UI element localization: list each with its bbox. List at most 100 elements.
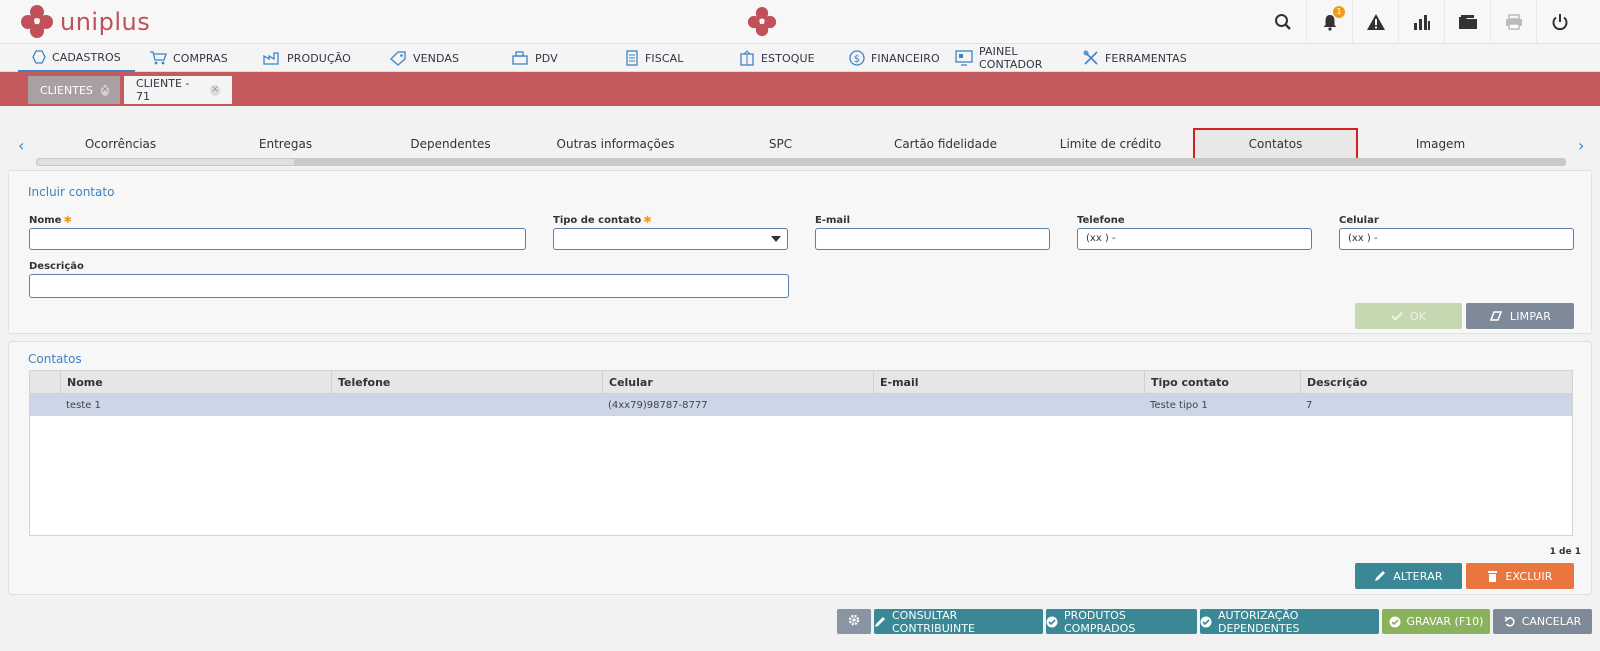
window-tab-label: CLIENTE - 71 [136, 77, 190, 103]
nav-producao[interactable]: PRODUÇÃO [249, 44, 375, 72]
close-icon[interactable]: × [209, 84, 220, 96]
nav-ferramentas[interactable]: FERRAMENTAS [1069, 44, 1187, 72]
celular-field[interactable]: (xx ) - [1339, 228, 1574, 250]
bell-icon[interactable]: 1 [1306, 0, 1352, 44]
column-header[interactable]: Nome [60, 371, 331, 393]
row-selector[interactable] [30, 394, 60, 416]
tab-limite-de-credito[interactable]: Limite de crédito [1028, 128, 1193, 160]
tab-entregas[interactable]: Entregas [203, 128, 368, 160]
panel-icon [955, 50, 973, 66]
tab-contatos[interactable]: Contatos [1193, 128, 1358, 160]
dollar-icon: $ [849, 50, 865, 66]
autorizacao-dependentes-button[interactable]: AUTORIZAÇÃO DEPENDENTES [1200, 608, 1379, 635]
alterar-button[interactable]: ALTERAR [1355, 563, 1462, 589]
notification-badge: 1 [1333, 6, 1345, 18]
cancelar-button[interactable]: CANCELAR [1493, 609, 1592, 634]
alert-icon[interactable] [1352, 0, 1398, 44]
check-icon [1391, 311, 1403, 321]
caret-down-icon [771, 236, 781, 242]
window-tab-label: CLIENTES [40, 83, 93, 97]
nav-label: FERRAMENTAS [1105, 51, 1187, 65]
close-icon[interactable]: × [100, 84, 110, 96]
gear-icon [847, 613, 861, 630]
power-icon[interactable] [1536, 0, 1582, 44]
excluir-button[interactable]: EXCLUIR [1466, 563, 1574, 589]
nav-pdv[interactable]: PDV [497, 44, 611, 72]
ok-button[interactable]: OK [1355, 303, 1462, 329]
top-bar: uniplus 1 [0, 0, 1600, 44]
contacts-panel: Contatos Nome Telefone Celular E-mail Ti… [8, 341, 1592, 595]
limpar-button[interactable]: LIMPAR [1466, 303, 1574, 329]
table-row[interactable]: teste 1 (4xx79)98787-8777 Teste tipo 1 7 [30, 394, 1572, 416]
app-name: uniplus [60, 8, 151, 36]
column-header[interactable]: Tipo contato [1144, 371, 1300, 393]
nav-fiscal[interactable]: FISCAL [611, 44, 725, 72]
table-cell [331, 394, 602, 416]
descricao-textarea[interactable] [29, 274, 789, 298]
column-header[interactable]: Celular [602, 371, 873, 393]
button-label: OK [1409, 309, 1427, 323]
nav-painel-contador[interactable]: PAINEL CONTADOR [941, 44, 1069, 72]
nav-cadastros[interactable]: CADASTROS [18, 44, 135, 72]
nome-field[interactable] [29, 228, 526, 250]
button-label: GRAVAR (F10) [1406, 615, 1484, 628]
box-icon [739, 50, 755, 66]
pencil-icon [1374, 570, 1386, 582]
column-header[interactable]: E-mail [873, 371, 1144, 393]
label-text: Nome [29, 215, 62, 226]
button-label: AUTORIZAÇÃO DEPENDENTES [1218, 608, 1300, 635]
window-tab-bar: CLIENTES × CLIENTE - 71 × [0, 72, 1600, 106]
scrollbar-thumb[interactable] [294, 159, 1565, 165]
panel-title: Contatos [28, 352, 82, 366]
window-tab-clientes[interactable]: CLIENTES × [28, 76, 120, 104]
tab-spc[interactable]: SPC [698, 128, 863, 160]
check-circle-icon [1389, 616, 1401, 628]
nav-label: PDV [535, 51, 558, 65]
search-icon[interactable] [1260, 0, 1306, 44]
email-field[interactable] [815, 228, 1050, 250]
printer-icon[interactable] [1490, 0, 1536, 44]
chevron-left-icon[interactable]: ‹ [18, 136, 24, 155]
nav-financeiro[interactable]: $ FINANCEIRO [835, 44, 941, 72]
tab-ocorrencias[interactable]: Ocorrências [38, 128, 203, 160]
celular-label: Celular [1339, 215, 1379, 226]
pencil-icon [874, 616, 886, 628]
folder-icon[interactable] [1444, 0, 1490, 44]
gravar-button[interactable]: GRAVAR (F10) [1382, 609, 1490, 634]
svg-text:$: $ [854, 54, 860, 65]
nav-label: FISCAL [645, 51, 684, 65]
pagination-label: 1 de 1 [1549, 547, 1581, 557]
nav-estoque[interactable]: ESTOQUE [725, 44, 835, 72]
window-tab-cliente-71[interactable]: CLIENTE - 71 × [124, 76, 232, 104]
required-mark: ✱ [643, 215, 652, 226]
sub-tab-scrollbar[interactable] [36, 158, 1566, 166]
column-header[interactable]: Telefone [331, 371, 602, 393]
tab-cartao-fidelidade[interactable]: Cartão fidelidade [863, 128, 1028, 160]
button-label: CANCELAR [1521, 615, 1582, 628]
chevron-right-icon[interactable]: › [1578, 136, 1584, 155]
tab-outras-informacoes[interactable]: Outras informações [533, 128, 698, 160]
settings-button[interactable] [837, 609, 871, 634]
button-label: EXCLUIR [1505, 569, 1553, 583]
nav-label: COMPRAS [173, 51, 228, 65]
sub-tab-bar: ‹ Ocorrências Entregas Dependentes Outra… [10, 128, 1592, 168]
tab-dependentes[interactable]: Dependentes [368, 128, 533, 160]
consultar-contribuinte-button[interactable]: CONSULTAR CONTRIBUINTE [874, 608, 1043, 635]
telefone-label: Telefone [1077, 215, 1125, 226]
tag-icon [389, 50, 407, 66]
column-header[interactable]: Descrição [1300, 371, 1572, 393]
email-label: E-mail [815, 215, 851, 226]
app-logo[interactable]: uniplus [20, 4, 150, 40]
chart-icon[interactable] [1398, 0, 1444, 44]
nav-vendas[interactable]: VENDAS [375, 44, 497, 72]
telefone-field[interactable]: (xx ) - [1077, 228, 1312, 250]
tipo-contato-select[interactable] [553, 228, 788, 250]
eraser-icon [1489, 310, 1503, 322]
produtos-comprados-button[interactable]: PRODUTOS COMPRADOS [1046, 609, 1197, 635]
cart-icon [149, 51, 167, 65]
panel-title: Incluir contato [28, 185, 115, 199]
tab-imagem[interactable]: Imagem [1358, 128, 1523, 160]
nav-compras[interactable]: COMPRAS [135, 44, 249, 72]
table-cell [873, 394, 1144, 416]
button-label: CONSULTAR CONTRIBUINTE [892, 608, 975, 635]
